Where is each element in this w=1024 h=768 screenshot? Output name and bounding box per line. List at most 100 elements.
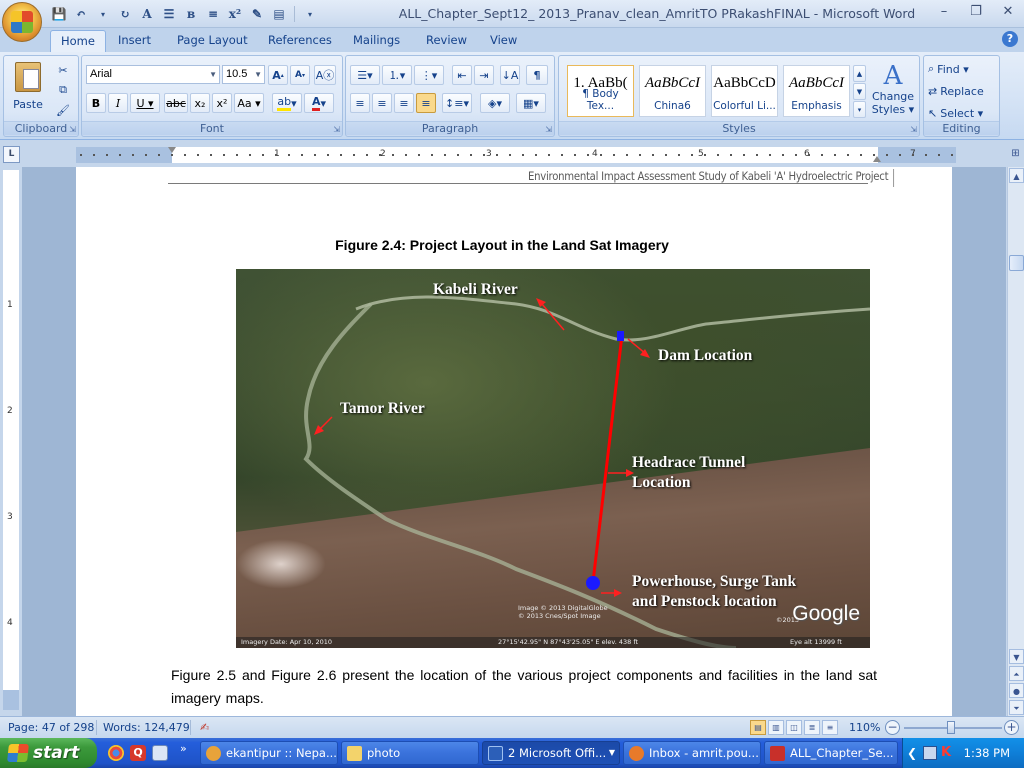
zoom-level[interactable]: 110% <box>849 721 880 734</box>
font-color-button[interactable]: A ▾ <box>304 93 334 113</box>
full-screen-reading-button[interactable]: ▥ <box>768 720 784 735</box>
line-spacing-button[interactable]: ↕≡▾ <box>442 93 472 113</box>
bullets-button[interactable]: ☰▾ <box>350 65 380 85</box>
shrink-font-button[interactable]: A ▾ <box>290 65 310 85</box>
style-colorful-list[interactable]: AaBbCcD Colorful Li... <box>711 65 778 117</box>
show-marks-button[interactable]: ¶ <box>526 65 548 85</box>
font-launcher-icon[interactable]: ⇲ <box>333 125 340 134</box>
tab-view[interactable]: View <box>480 30 527 52</box>
scroll-thumb[interactable] <box>1009 255 1024 271</box>
styles-launcher-icon[interactable]: ⇲ <box>910 125 917 134</box>
subscript-button[interactable]: x₂ <box>190 93 210 113</box>
tab-references[interactable]: References <box>258 30 342 52</box>
taskbar-button-photo[interactable]: photo <box>341 741 479 765</box>
paste-button[interactable]: Paste <box>8 58 48 114</box>
next-page-button[interactable]: ⏷ <box>1009 700 1024 715</box>
tab-page-layout[interactable]: Page Layout <box>167 30 258 52</box>
font-name-combo[interactable]: Arial ▼ <box>86 65 220 84</box>
style-china6[interactable]: AaBbCcI China6 <box>639 65 706 117</box>
change-styles-button[interactable]: A Change Styles ▾ <box>869 58 917 120</box>
network-icon[interactable] <box>923 746 937 760</box>
clear-formatting-button[interactable]: Aⓧ <box>314 65 336 85</box>
copy-icon[interactable]: ⧉ <box>54 80 72 100</box>
tab-insert[interactable]: Insert <box>108 30 161 52</box>
outline-view-button[interactable]: ≣ <box>804 720 820 735</box>
multilevel-list-button[interactable]: ⋮▾ <box>414 65 444 85</box>
office-button[interactable] <box>2 2 42 42</box>
highlight-button[interactable]: ab ▾ <box>272 93 302 113</box>
close-button[interactable]: ✕ <box>998 3 1018 21</box>
quick-heal-icon[interactable]: Q <box>130 745 146 761</box>
show-desktop-icon[interactable] <box>152 745 168 761</box>
document-area[interactable]: Environmental Impact Assessment Study of… <box>22 167 1006 716</box>
previous-page-button[interactable]: ⏶ <box>1009 666 1024 681</box>
taskbar-button-word[interactable]: 2 Microsoft Offi... ▼ <box>482 741 620 765</box>
taskbar-button-pdf[interactable]: ALL_Chapter_Se... <box>764 741 898 765</box>
zoom-out-button[interactable]: − <box>885 720 900 735</box>
quick-launch-overflow-icon[interactable]: » <box>180 742 187 755</box>
borders-button[interactable]: ▦▾ <box>516 93 546 113</box>
styles-scroll-up-button[interactable]: ▲ <box>853 65 866 82</box>
styles-more-button[interactable]: ▾ <box>853 101 866 118</box>
tab-review[interactable]: Review <box>416 30 477 52</box>
paragraph-launcher-icon[interactable]: ⇲ <box>545 125 552 134</box>
draft-view-button[interactable]: ≡ <box>822 720 838 735</box>
zoom-slider-thumb[interactable] <box>947 721 955 734</box>
clock[interactable]: 1:38 PM <box>964 746 1010 760</box>
tab-selector-button[interactable]: L <box>3 146 20 163</box>
help-icon[interactable]: ? <box>1002 31 1018 47</box>
italic-button[interactable]: I <box>108 93 128 113</box>
align-right-button[interactable]: ≡ <box>394 93 414 113</box>
chrome-icon[interactable] <box>108 745 124 761</box>
vertical-scrollbar[interactable]: ▲ ▼ ⏶ ● ⏷ <box>1007 167 1024 716</box>
clipboard-launcher-icon[interactable]: ⇲ <box>69 125 76 134</box>
body-paragraph[interactable]: Figure 2.5 and Figure 2.6 present the lo… <box>171 664 877 710</box>
print-layout-view-button[interactable]: ▤ <box>750 720 766 735</box>
taskbar-button-ekantipur[interactable]: ekantipur :: Nepa... <box>200 741 338 765</box>
grow-font-button[interactable]: A ▴ <box>268 65 288 85</box>
align-left-button[interactable]: ≡ <box>350 93 370 113</box>
select-button[interactable]: ↖ Select ▾ <box>928 103 998 123</box>
find-button[interactable]: ⌕ Find ▾ <box>928 59 998 79</box>
superscript-button[interactable]: x² <box>212 93 232 113</box>
tab-home[interactable]: Home <box>50 30 106 52</box>
justify-button[interactable]: ≡ <box>416 93 436 113</box>
word-count[interactable]: Words: 124,479 <box>103 721 190 734</box>
font-size-combo[interactable]: 10.5 ▼ <box>222 65 265 84</box>
proofing-icon[interactable]: ✍ <box>200 721 209 734</box>
view-ruler-icon[interactable]: ⊞ <box>1007 148 1024 164</box>
underline-button[interactable]: U ▾ <box>130 93 160 113</box>
first-line-indent-marker[interactable] <box>168 147 176 153</box>
decrease-indent-button[interactable]: ⇤ <box>452 65 472 85</box>
page[interactable]: Environmental Impact Assessment Study of… <box>76 167 952 716</box>
restore-button[interactable]: ❐ <box>966 3 986 21</box>
web-layout-button[interactable]: ◫ <box>786 720 802 735</box>
styles-scroll-down-button[interactable]: ▼ <box>853 83 866 100</box>
cut-icon[interactable]: ✂ <box>54 60 72 80</box>
start-button[interactable]: start <box>0 738 97 768</box>
browse-object-button[interactable]: ● <box>1009 683 1024 698</box>
style-emphasis[interactable]: AaBbCcI Emphasis <box>783 65 850 117</box>
scroll-up-button[interactable]: ▲ <box>1009 168 1024 183</box>
strikethrough-button[interactable]: abc <box>164 93 188 113</box>
satellite-image[interactable]: Kabeli River Dam Location Tamor River He… <box>236 269 870 648</box>
horizontal-ruler[interactable]: 1 2 3 4 5 6 7 <box>76 147 956 163</box>
bold-button[interactable]: B <box>86 93 106 113</box>
align-center-button[interactable]: ≡ <box>372 93 392 113</box>
scroll-down-button[interactable]: ▼ <box>1009 649 1024 664</box>
shading-button[interactable]: ◈▾ <box>480 93 510 113</box>
change-case-button[interactable]: Aa ▾ <box>234 93 264 113</box>
tab-mailings[interactable]: Mailings <box>343 30 410 52</box>
replace-button[interactable]: ⇄ Replace <box>928 81 998 101</box>
antivirus-k-icon[interactable]: K <box>941 746 955 760</box>
format-painter-icon[interactable]: 🖌 <box>54 100 72 120</box>
numbering-button[interactable]: ⒈▾ <box>382 65 412 85</box>
page-count[interactable]: Page: 47 of 298 <box>8 721 94 734</box>
right-indent-marker[interactable] <box>873 156 881 162</box>
tray-expand-icon[interactable]: ❮ <box>907 746 921 760</box>
increase-indent-button[interactable]: ⇥ <box>474 65 494 85</box>
sort-button[interactable]: ↓A <box>500 65 520 85</box>
minimize-button[interactable]: – <box>934 3 954 21</box>
taskbar-button-inbox[interactable]: Inbox - amrit.pou... <box>623 741 761 765</box>
zoom-in-button[interactable]: + <box>1004 720 1019 735</box>
